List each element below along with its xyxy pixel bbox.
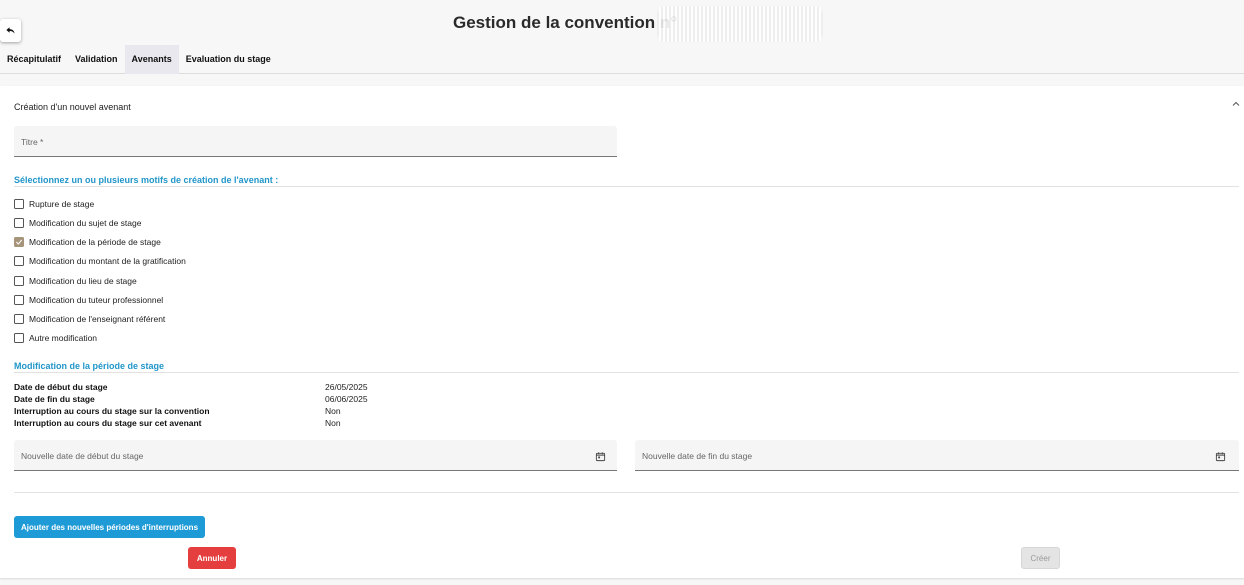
- tab-avenants[interactable]: Avenants: [124, 45, 179, 74]
- info-label: Date de début du stage: [14, 382, 108, 392]
- info-value: 26/05/2025: [325, 382, 368, 392]
- motif-gratification[interactable]: Modification du montant de la gratificat…: [14, 255, 186, 267]
- page-title: Gestion de la convention n°: [453, 13, 678, 32]
- redacted-convention-number: [657, 6, 823, 42]
- new-end-date-placeholder: Nouvelle date de fin du stage: [642, 451, 753, 461]
- periode-divider: [14, 372, 1239, 373]
- info-label: Interruption au cours du stage sur cet a…: [14, 418, 202, 428]
- info-label: Date de fin du stage: [14, 394, 95, 404]
- cancel-button[interactable]: Annuler: [188, 547, 236, 569]
- titre-placeholder: Titre *: [21, 137, 44, 147]
- motif-lieu[interactable]: Modification du lieu de stage: [14, 275, 137, 287]
- checkbox-label: Modification de l'enseignant référent: [29, 314, 166, 324]
- checkbox[interactable]: [14, 218, 24, 228]
- create-button[interactable]: Créer: [1021, 547, 1060, 569]
- motifs-heading: Sélectionnez un ou plusieurs motifs de c…: [14, 175, 279, 185]
- tab-validation[interactable]: Validation: [68, 45, 125, 74]
- actions-divider: [14, 492, 1239, 493]
- tab-recapitulatif[interactable]: Récapitulatif: [0, 45, 68, 74]
- motif-tuteur[interactable]: Modification du tuteur professionnel: [14, 294, 163, 306]
- info-row-interruption-convention: Interruption au cours du stage sur la co…: [14, 406, 341, 418]
- back-button[interactable]: [0, 19, 21, 42]
- checkbox-label: Modification du montant de la gratificat…: [29, 256, 186, 266]
- new-start-date-placeholder: Nouvelle date de début du stage: [21, 451, 144, 461]
- checkbox[interactable]: [14, 199, 24, 209]
- motif-periode[interactable]: Modification de la période de stage: [14, 236, 161, 248]
- panel-title: Création d'un nouvel avenant: [14, 102, 131, 112]
- info-value: Non: [325, 406, 341, 416]
- info-value: Non: [325, 418, 341, 428]
- info-row-fin: Date de fin du stage 06/06/2025: [14, 394, 368, 406]
- tab-bar: Récapitulatif Validation Avenants Evalua…: [0, 45, 1244, 74]
- checkbox-label: Modification du tuteur professionnel: [29, 295, 164, 305]
- checkbox-label: Rupture de stage: [29, 199, 95, 209]
- undo-arrow-icon: [6, 27, 15, 34]
- new-end-date-field[interactable]: Nouvelle date de fin du stage: [635, 440, 1239, 471]
- checkbox[interactable]: [14, 276, 24, 286]
- checkbox-label: Modification de la période de stage: [29, 237, 161, 247]
- calendar-icon[interactable]: [595, 451, 606, 462]
- info-value: 06/06/2025: [325, 394, 368, 404]
- checkbox-label: Autre modification: [29, 333, 98, 343]
- checkbox[interactable]: [14, 314, 24, 324]
- info-label: Interruption au cours du stage sur la co…: [14, 406, 210, 416]
- check-icon: [15, 239, 23, 245]
- checkbox-label: Modification du sujet de stage: [29, 218, 142, 228]
- motif-sujet[interactable]: Modification du sujet de stage: [14, 217, 141, 229]
- motif-enseignant[interactable]: Modification de l'enseignant référent: [14, 313, 165, 325]
- motifs-divider: [14, 186, 1239, 187]
- checkbox-checked[interactable]: [14, 237, 24, 247]
- new-start-date-field[interactable]: Nouvelle date de début du stage: [14, 440, 617, 471]
- add-interruption-periods-button[interactable]: Ajouter des nouvelles périodes d'interru…: [14, 516, 205, 538]
- checkbox[interactable]: [14, 295, 24, 305]
- periode-heading: Modification de la période de stage: [14, 361, 165, 371]
- tab-evaluation[interactable]: Evaluation du stage: [179, 45, 278, 74]
- chevron-up-icon[interactable]: [1230, 98, 1242, 110]
- checkbox[interactable]: [14, 333, 24, 343]
- calendar-icon[interactable]: [1215, 451, 1226, 462]
- checkbox-label: Modification du lieu de stage: [29, 276, 137, 286]
- motif-autre[interactable]: Autre modification: [14, 332, 97, 344]
- avenant-panel: Création d'un nouvel avenant Titre * Sél…: [0, 86, 1244, 578]
- info-row-debut: Date de début du stage 26/05/2025: [14, 382, 368, 394]
- checkbox[interactable]: [14, 256, 24, 266]
- motif-rupture[interactable]: Rupture de stage: [14, 198, 94, 210]
- info-row-interruption-avenant: Interruption au cours du stage sur cet a…: [14, 418, 341, 430]
- titre-field[interactable]: Titre *: [14, 126, 617, 157]
